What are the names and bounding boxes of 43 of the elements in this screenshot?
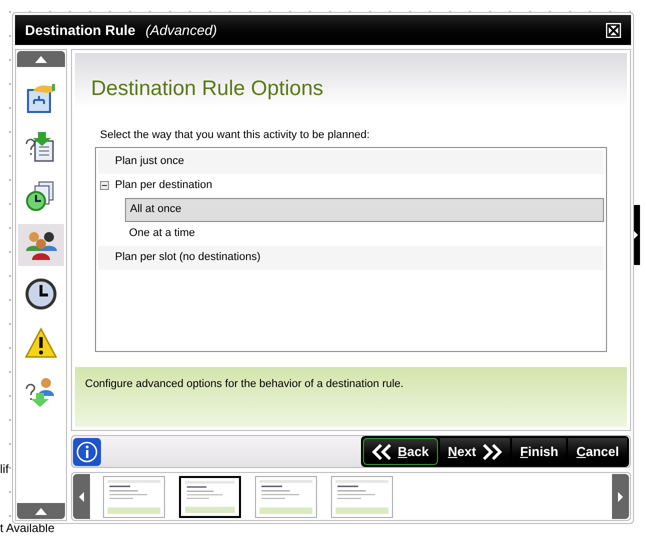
people-icon — [25, 229, 57, 261]
wizard-button[interactable]: Back — [362, 438, 438, 465]
chart-hand-icon — [25, 82, 57, 114]
up-arrow-icon — [35, 56, 47, 62]
close-button[interactable] — [606, 22, 621, 38]
page-thumbnail[interactable] — [255, 476, 317, 518]
tree-item[interactable]: All at once — [125, 198, 604, 222]
scroll-right-button[interactable] — [612, 474, 629, 519]
sidebar-item[interactable] — [18, 224, 64, 266]
close-icon — [607, 24, 620, 36]
page-heading: Destination Rule Options — [91, 76, 324, 102]
scroll-down-button[interactable] — [17, 503, 65, 519]
tree-item[interactable]: Plan per destination — [111, 174, 604, 198]
page-thumbnail[interactable] — [331, 476, 393, 518]
info-icon — [76, 440, 98, 462]
minus-icon — [102, 183, 107, 188]
page-preview-drawing — [259, 480, 313, 514]
description-text: Configure advanced options for the behavior of a destination rule. — [85, 377, 405, 392]
page-thumbnail[interactable] — [103, 476, 165, 518]
scroll-left-button[interactable] — [73, 474, 90, 519]
tree-item[interactable]: One at a time — [125, 222, 604, 246]
double-left-arrow-icon — [372, 444, 392, 460]
left-arrow-icon — [79, 492, 84, 502]
window-subtitle: (Advanced) — [145, 20, 218, 40]
scroll-up-button[interactable] — [17, 51, 65, 67]
collapse-toggle[interactable] — [100, 181, 109, 190]
page-preview-drawing — [107, 480, 161, 514]
page-preview-drawing — [335, 480, 389, 514]
background-label: t Available — [0, 520, 54, 537]
options-tree[interactable]: Plan just once Plan per destination All at once One at a time Plan per slot (no destinations) — [95, 146, 607, 352]
warning-icon — [25, 327, 57, 359]
clock-icon — [25, 278, 57, 310]
info-button[interactable] — [73, 438, 101, 466]
double-right-arrow-icon — [482, 444, 502, 460]
prompt-text: Select the way that you want this activity to be planned: — [100, 128, 371, 143]
background-label: lif — [0, 461, 9, 478]
download-document-icon — [25, 131, 57, 163]
page-preview-drawing — [184, 480, 236, 512]
page-thumbnail[interactable] — [179, 476, 241, 518]
window-title: Destination Rule — [25, 20, 136, 40]
right-arrow-icon — [618, 492, 623, 502]
person-download-icon — [25, 376, 57, 408]
up-arrow-icon — [35, 508, 47, 514]
